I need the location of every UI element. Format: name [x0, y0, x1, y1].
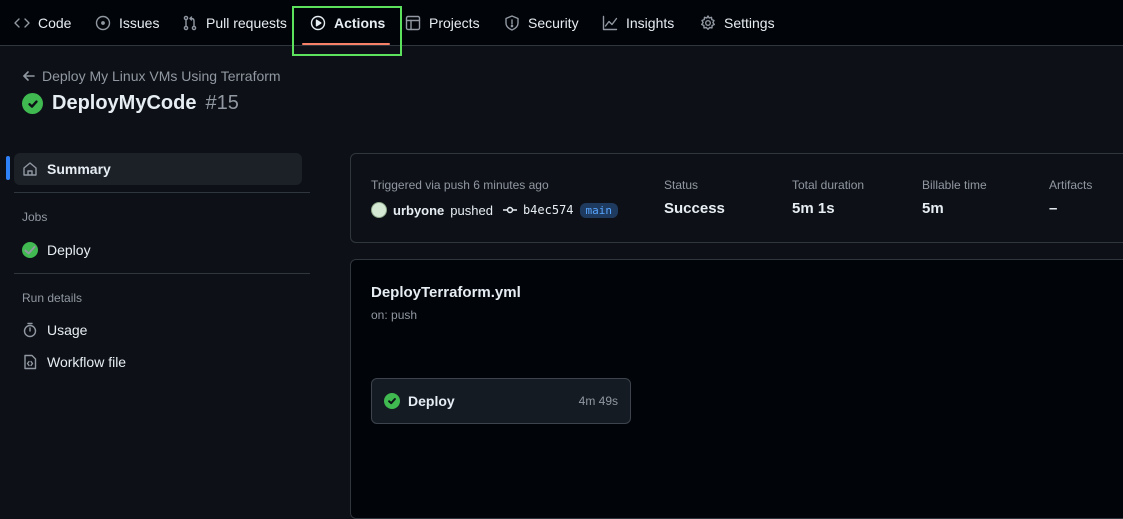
gear-icon: [701, 15, 715, 30]
arrow-left-icon: [23, 71, 35, 81]
sidebar-divider: [14, 273, 310, 274]
jobs-heading: Jobs: [22, 210, 48, 224]
tab-insights-label: Insights: [626, 15, 675, 31]
billable-label: Billable time: [922, 178, 987, 192]
issue-icon: [95, 15, 111, 31]
sidebar-item-summary[interactable]: Summary: [14, 153, 302, 185]
duration-label: Total duration: [792, 178, 865, 192]
sidebar-item-deploy[interactable]: Deploy: [14, 234, 302, 266]
code-icon: [14, 18, 30, 28]
tab-insights[interactable]: Insights: [602, 0, 674, 46]
table-icon: [405, 15, 421, 31]
status-label: Status: [664, 178, 699, 192]
selected-indicator: [6, 156, 10, 180]
shield-icon: [505, 15, 519, 31]
workflow-graph-card: DeployTerraform.yml on: push Deploy 4m 4…: [350, 259, 1123, 519]
artifacts-label: Artifacts: [1049, 178, 1093, 192]
pull-request-icon: [183, 15, 197, 31]
sidebar-item-workflow-file[interactable]: Workflow file: [14, 346, 302, 378]
back-to-workflow-link[interactable]: Deploy My Linux VMs Using Terraform: [22, 68, 281, 84]
run-summary-card: Triggered via push 6 minutes ago urbyone…: [350, 153, 1123, 243]
tab-security[interactable]: Security: [504, 0, 579, 46]
trigger-details: urbyone pushed b4ec574 main: [371, 202, 619, 218]
commit-icon: [502, 203, 517, 217]
sidebar-divider: [14, 192, 310, 193]
actor-link[interactable]: urbyone: [393, 203, 444, 218]
tab-issues[interactable]: Issues: [95, 0, 159, 46]
tab-projects-label: Projects: [429, 15, 480, 31]
workflow-trigger: on: push: [371, 308, 418, 322]
tab-settings-label: Settings: [724, 15, 775, 31]
billable-value: 5m: [922, 200, 944, 217]
commit-sha-link[interactable]: b4ec574: [523, 203, 574, 217]
job-duration: 4m 49s: [578, 394, 618, 408]
home-icon: [23, 162, 37, 176]
run-name: DeployMyCode: [52, 92, 197, 114]
active-tab-underline: [302, 43, 390, 45]
play-icon: [310, 15, 326, 31]
back-link-label: Deploy My Linux VMs Using Terraform: [42, 68, 281, 84]
success-check-icon: [384, 393, 400, 409]
run-details-heading: Run details: [22, 291, 83, 305]
avatar: [371, 202, 387, 218]
tab-pull-requests[interactable]: Pull requests: [182, 0, 287, 46]
sidebar-summary-label: Summary: [47, 161, 111, 177]
tab-code-label: Code: [38, 15, 72, 31]
workflow-file-name: DeployTerraform.yml: [371, 284, 521, 301]
tab-projects[interactable]: Projects: [405, 0, 480, 46]
tab-code[interactable]: Code: [14, 0, 71, 46]
tab-actions[interactable]: Actions: [310, 0, 385, 46]
success-check-icon: [22, 242, 38, 258]
trigger-text: Triggered via push 6 minutes ago: [371, 178, 549, 192]
job-name: Deploy: [408, 393, 455, 409]
artifacts-value: –: [1049, 200, 1058, 217]
file-code-icon: [24, 354, 37, 370]
run-title: DeployMyCode #15: [22, 92, 239, 115]
sidebar-workflow-file-label: Workflow file: [47, 354, 127, 370]
graph-icon: [602, 15, 618, 31]
trigger-action: pushed: [450, 202, 493, 218]
success-check-icon: [22, 93, 43, 114]
tab-security-label: Security: [528, 15, 579, 31]
repo-nav: Code Issues Pull requests Actions Projec…: [0, 0, 1123, 46]
sidebar-item-usage[interactable]: Usage: [14, 314, 302, 346]
run-number: #15: [205, 92, 239, 114]
branch-badge[interactable]: main: [579, 202, 619, 218]
duration-value: 5m 1s: [792, 200, 835, 217]
stopwatch-icon: [23, 322, 37, 338]
tab-issues-label: Issues: [119, 15, 160, 31]
sidebar-usage-label: Usage: [47, 322, 88, 338]
tab-settings[interactable]: Settings: [700, 0, 775, 46]
tab-actions-label: Actions: [334, 15, 386, 31]
tab-pull-requests-label: Pull requests: [206, 15, 287, 31]
sidebar-deploy-label: Deploy: [47, 242, 91, 258]
status-value: Success: [664, 200, 725, 217]
job-node-deploy[interactable]: Deploy 4m 49s: [371, 378, 631, 424]
